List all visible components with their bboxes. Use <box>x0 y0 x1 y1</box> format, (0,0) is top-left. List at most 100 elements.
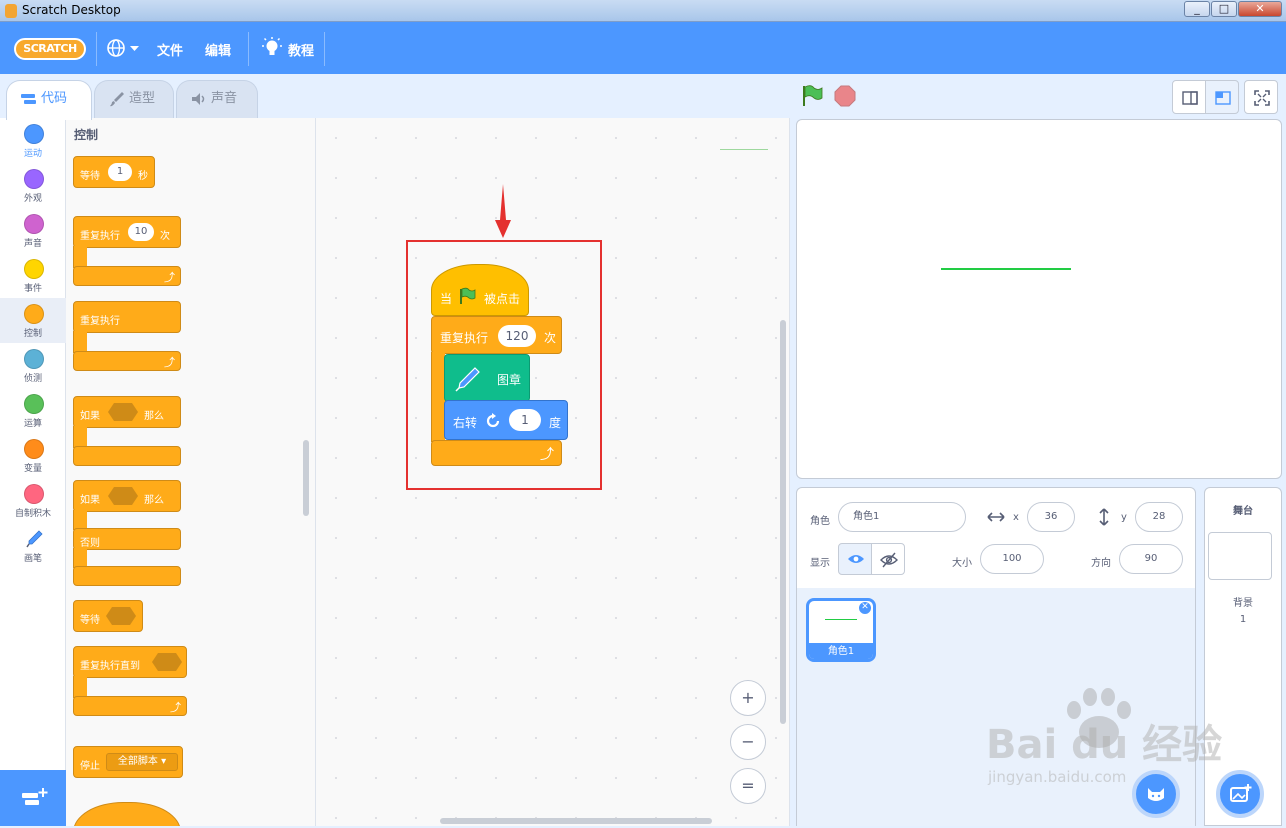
language-menu[interactable] <box>106 36 142 60</box>
workspace-minimap-line <box>720 149 768 150</box>
minimize-button[interactable]: _ <box>1184 1 1210 17</box>
block-forever[interactable]: 重复执行 ⤴ <box>73 301 183 373</box>
tab-sounds[interactable]: 声音 <box>176 80 258 118</box>
small-stage-button[interactable] <box>1172 80 1206 114</box>
y-label: y <box>1121 512 1127 523</box>
if-top: 如果 那么 <box>73 396 181 428</box>
maximize-button[interactable]: □ <box>1211 1 1237 17</box>
close-window-button[interactable]: ✕ <box>1238 1 1282 17</box>
stop-option-dropdown[interactable]: 全部脚本 ▾ <box>106 753 178 771</box>
speaker-icon <box>192 93 205 105</box>
condition-slot[interactable] <box>106 607 136 625</box>
image-add-icon <box>1230 784 1252 802</box>
x-input[interactable]: 36 <box>1027 502 1075 532</box>
scratch-logo[interactable]: SCRATCH <box>14 38 86 60</box>
category-my-blocks[interactable]: 自制积木 <box>0 478 66 523</box>
ifelse-top: 如果 那么 <box>73 480 181 512</box>
delete-sprite-icon[interactable]: ✕ <box>858 601 872 615</box>
stage-thumbnail[interactable] <box>1208 532 1272 580</box>
sensing-dot-icon <box>24 349 44 369</box>
edit-menu[interactable]: 编辑 <box>205 40 231 59</box>
category-label: 运算 <box>23 419 42 429</box>
events-dot-icon <box>24 259 44 279</box>
y-input[interactable]: 28 <box>1135 502 1183 532</box>
condition-slot[interactable] <box>108 487 138 505</box>
zoom-out-button[interactable]: − <box>730 724 766 760</box>
tutorials-menu[interactable]: 教程 <box>288 40 314 59</box>
loop-arrow-icon: ⤴ <box>164 356 175 369</box>
forever-bottom: ⤴ <box>73 351 181 371</box>
tab-sounds-label: 声音 <box>211 91 238 106</box>
menu-bar: SCRATCH 文件 编辑 教程 <box>0 22 1286 74</box>
block-wait-until[interactable]: 等待 <box>73 600 143 632</box>
tab-costumes[interactable]: 造型 <box>94 80 174 118</box>
cat-face-icon <box>1148 788 1164 801</box>
category-variables[interactable]: 变量 <box>0 433 66 478</box>
category-motion[interactable]: 运动 <box>0 118 66 163</box>
category-sensing[interactable]: 侦测 <box>0 343 66 388</box>
sprite-label: 角色 <box>810 516 830 527</box>
hide-sprite-button[interactable] <box>871 543 905 575</box>
repeat-count-input[interactable]: 10 <box>128 223 154 241</box>
red-arrow-annotation <box>495 184 511 238</box>
block-text: 重复执行 <box>80 316 120 327</box>
stop-button[interactable] <box>833 84 857 108</box>
looks-dot-icon <box>24 169 44 189</box>
add-extension-button[interactable] <box>0 770 66 826</box>
vertical-arrows-icon <box>1099 508 1109 526</box>
variables-dot-icon <box>24 439 44 459</box>
block-palette: 控制 等待 1 秒 重复执行 10 次 ⤴ 重复执行 ⤴ 如果 那么 如果 那么… <box>66 118 316 826</box>
stage-canvas[interactable] <box>796 119 1282 479</box>
category-control[interactable]: 控制 <box>0 298 66 343</box>
sprite-name-input[interactable]: 角色1 <box>838 502 966 532</box>
window-title: Scratch Desktop <box>22 3 121 17</box>
block-text: 重复执行直到 <box>80 661 140 672</box>
condition-slot[interactable] <box>108 403 138 421</box>
tab-code[interactable]: 代码 <box>6 80 92 120</box>
category-pen[interactable]: 画笔 <box>0 523 66 568</box>
choose-backdrop-button[interactable] <box>1216 770 1264 818</box>
condition-slot[interactable] <box>152 653 182 671</box>
fullscreen-button[interactable] <box>1244 80 1278 114</box>
block-repeat[interactable]: 重复执行 10 次 ⤴ <box>73 216 183 288</box>
category-operators[interactable]: 运算 <box>0 388 66 433</box>
block-repeat-until[interactable]: 重复执行直到 ⤴ <box>73 646 189 720</box>
category-looks[interactable]: 外观 <box>0 163 66 208</box>
pen-icon <box>26 530 43 548</box>
globe-icon <box>107 39 139 57</box>
block-stop[interactable]: 停止 全部脚本 ▾ <box>73 746 183 778</box>
wait-seconds-input[interactable]: 1 <box>108 163 132 181</box>
tab-code-label: 代码 <box>41 91 68 106</box>
category-events[interactable]: 事件 <box>0 253 66 298</box>
category-label: 运动 <box>23 149 42 159</box>
zoom-reset-button[interactable]: = <box>730 768 766 804</box>
workspace-vertical-scrollbar[interactable] <box>780 320 786 724</box>
block-start-as-clone[interactable] <box>73 802 181 826</box>
control-dot-icon <box>24 304 44 324</box>
block-text: 等待 <box>80 171 100 182</box>
file-menu[interactable]: 文件 <box>157 40 183 59</box>
brush-icon <box>110 92 124 107</box>
workspace-horizontal-scrollbar[interactable] <box>440 818 712 824</box>
large-stage-button[interactable] <box>1205 80 1239 114</box>
category-sound[interactable]: 声音 <box>0 208 66 253</box>
category-sidebar: 运动 外观 声音 事件 控制 侦测 运算 变量 自制积木 画笔 <box>0 118 66 770</box>
size-input[interactable]: 100 <box>980 544 1044 574</box>
repeat-arm <box>73 246 87 268</box>
x-label: x <box>1013 512 1019 523</box>
block-if-else[interactable]: 如果 那么 否则 <box>73 480 183 590</box>
repeat-bottom: ⤴ <box>73 266 181 286</box>
choose-sprite-button[interactable] <box>1132 770 1180 818</box>
show-sprite-button[interactable] <box>838 543 872 575</box>
block-wait-seconds[interactable]: 等待 1 秒 <box>73 156 155 188</box>
green-flag-button[interactable] <box>800 84 824 108</box>
block-if-then[interactable]: 如果 那么 <box>73 396 183 468</box>
zoom-in-button[interactable]: + <box>730 680 766 716</box>
small-stage-icon <box>1182 91 1198 105</box>
block-text: 如果 <box>80 411 100 422</box>
backdrops-label: 背景 <box>1233 598 1253 609</box>
direction-input[interactable]: 90 <box>1119 544 1183 574</box>
block-text: 重复执行 <box>80 231 120 242</box>
palette-scrollbar[interactable] <box>303 440 309 516</box>
show-label: 显示 <box>810 558 830 569</box>
